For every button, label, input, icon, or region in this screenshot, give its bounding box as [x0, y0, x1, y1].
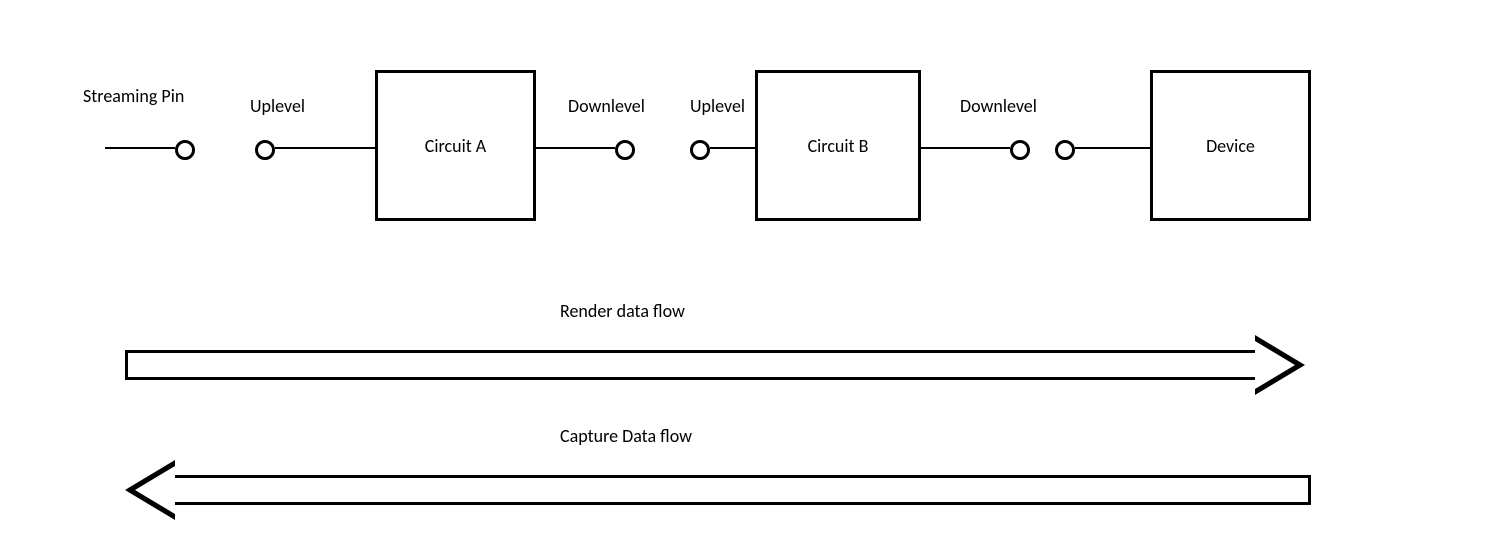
box-circuit-a: Circuit A — [375, 70, 536, 221]
label-uplevel-2: Uplevel — [690, 95, 745, 117]
box-circuit-b: Circuit B — [755, 70, 921, 221]
label-streaming-pin: Streaming Pin — [83, 85, 184, 107]
diagram-canvas: Streaming Pin Uplevel Downlevel Uplevel … — [0, 0, 1488, 555]
label-capture-flow: Capture Data flow — [560, 425, 692, 447]
box-label: Device — [1206, 135, 1255, 157]
pin-icon — [1055, 140, 1075, 160]
pin-icon — [255, 140, 275, 160]
box-label: Circuit A — [425, 135, 486, 157]
wire — [535, 147, 615, 149]
pin-icon — [175, 140, 195, 160]
wire — [710, 147, 755, 149]
pin-icon — [690, 140, 710, 160]
arrow-left-icon — [125, 460, 1305, 520]
wire — [275, 147, 375, 149]
wire — [920, 147, 1010, 149]
label-downlevel-2: Downlevel — [960, 95, 1037, 117]
label-render-flow: Render data flow — [560, 300, 685, 322]
box-label: Circuit B — [808, 135, 869, 157]
wire — [1075, 147, 1150, 149]
arrow-right-icon — [125, 335, 1305, 395]
wire — [105, 147, 175, 149]
label-uplevel-1: Uplevel — [250, 95, 305, 117]
pin-icon — [1010, 140, 1030, 160]
pin-icon — [615, 140, 635, 160]
box-device: Device — [1150, 70, 1311, 221]
label-downlevel-1: Downlevel — [568, 95, 645, 117]
